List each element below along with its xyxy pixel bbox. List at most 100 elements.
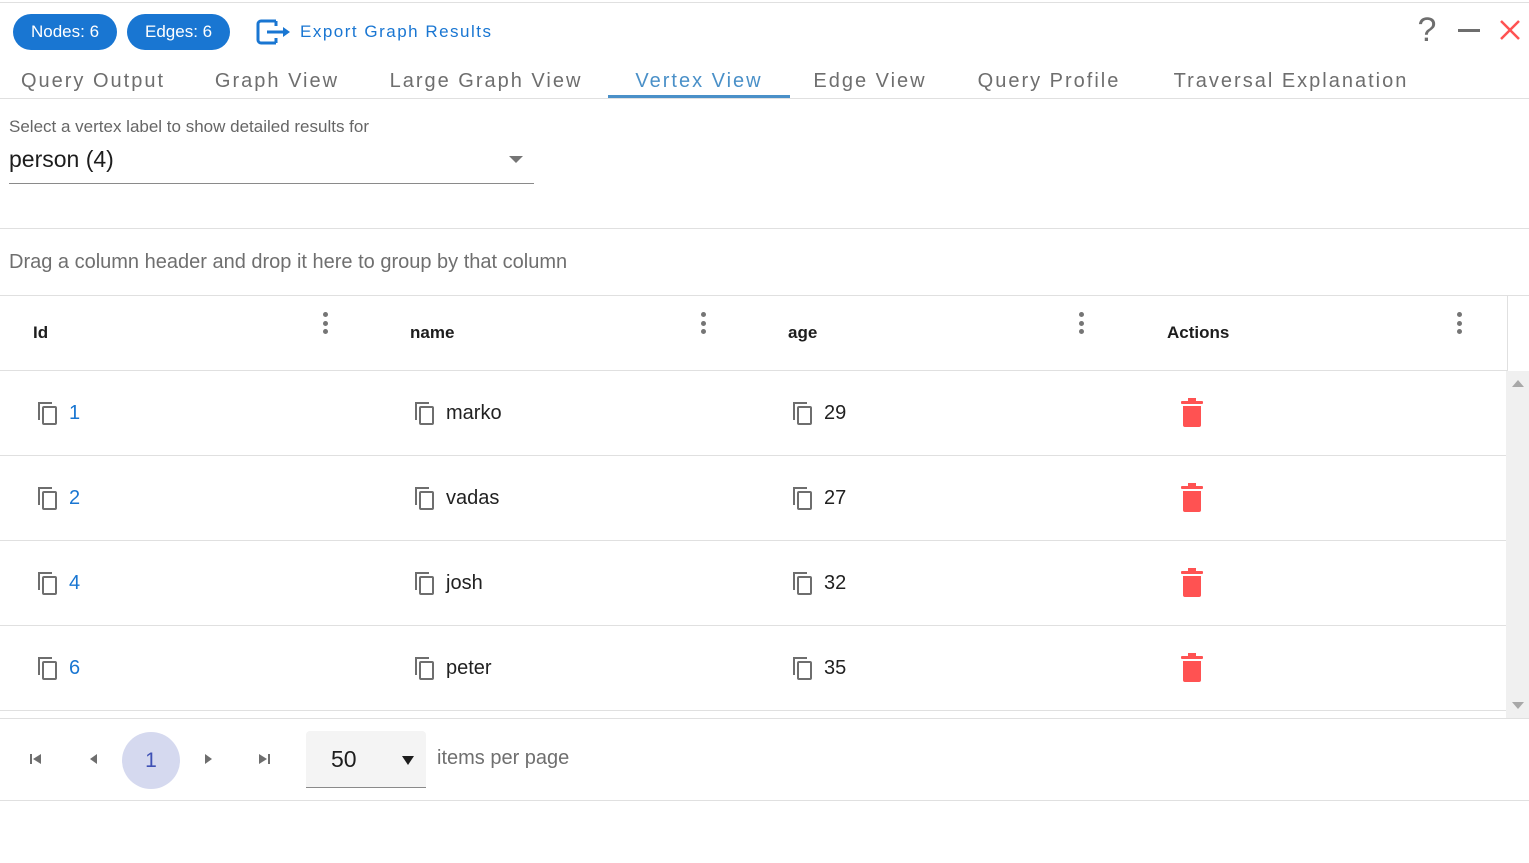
group-by-drop-zone[interactable]: Drag a column header and drop it here to… [0,228,1529,296]
first-page-button[interactable] [24,747,48,771]
table-row[interactable]: 2 vadas 27 [0,456,1506,541]
tab-query-output[interactable]: Query Output [10,62,176,98]
tab-traversal-explanation[interactable]: Traversal Explanation [1160,62,1422,98]
column-header-actions[interactable]: Actions [1134,296,1508,370]
close-icon [1500,20,1520,40]
name-value: peter [446,656,492,679]
name-value: vadas [446,486,500,509]
copy-icon[interactable] [790,485,814,511]
cell-age: 29 [790,371,1130,455]
cell-name: marko [412,371,752,455]
copy-icon[interactable] [35,400,59,426]
tab-vertex-view[interactable]: Vertex View [608,62,790,98]
column-menu-icon[interactable] [320,312,330,334]
copy-icon[interactable] [412,400,436,426]
tab-graph-view[interactable]: Graph View [200,62,354,98]
cell-actions [1180,456,1380,540]
delete-icon[interactable] [1180,568,1204,598]
column-header-id[interactable]: Id [0,296,378,370]
cell-age: 32 [790,541,1130,625]
column-title: name [410,323,455,342]
scroll-down-arrow-icon[interactable] [1512,702,1524,709]
vertex-id-link[interactable]: 1 [69,402,80,425]
name-value: marko [446,401,502,424]
chevron-down-icon [509,156,523,163]
column-title: age [788,323,818,342]
group-panel-hint: Drag a column header and drop it here to… [9,251,568,273]
vertex-id-link[interactable]: 6 [69,657,80,680]
name-value: josh [446,571,483,594]
export-icon [256,19,290,45]
column-menu-icon[interactable] [698,312,708,334]
grid-body: 1 marko 29 2 vadas 27 4 josh 32 6 peter 35 [0,371,1529,719]
previous-page-icon [90,754,97,764]
last-page-button[interactable] [252,747,276,771]
age-value: 32 [824,571,847,594]
copy-icon[interactable] [412,570,436,596]
nodes-count-badge[interactable]: Nodes: 6 [13,14,118,50]
vertex-id-link[interactable]: 2 [69,487,80,510]
delete-icon[interactable] [1180,398,1204,428]
page-size-value: 50 [331,746,357,772]
scroll-up-arrow-icon[interactable] [1512,380,1524,387]
minimize-button[interactable] [1455,12,1483,48]
copy-icon[interactable] [35,570,59,596]
column-menu-icon[interactable] [1076,312,1086,334]
tab-edge-view[interactable]: Edge View [802,62,938,98]
cell-id: 4 [35,541,375,625]
previous-page-button[interactable] [82,747,106,771]
cell-id: 1 [35,371,375,455]
table-row[interactable]: 6 peter 35 [0,626,1506,711]
copy-icon[interactable] [35,655,59,681]
page-1-button[interactable]: 1 [122,732,180,789]
delete-icon[interactable] [1180,483,1204,513]
delete-icon[interactable] [1180,653,1204,683]
column-title: Id [33,323,49,342]
cell-name: peter [412,626,752,710]
table-row[interactable]: 4 josh 32 [0,541,1506,626]
copy-icon[interactable] [35,485,59,511]
age-value: 29 [824,401,847,424]
copy-icon[interactable] [412,485,436,511]
cell-id: 6 [35,626,375,710]
tab-large-graph-view[interactable]: Large Graph View [378,62,594,98]
edges-count-badge[interactable]: Edges: 6 [127,14,231,50]
next-page-button[interactable] [196,747,220,771]
cell-name: vadas [412,456,752,540]
cell-actions [1180,371,1380,455]
vertex-label-select[interactable]: person (4) [9,140,534,184]
table-row[interactable]: 1 marko 29 [0,371,1506,456]
next-page-icon [205,754,212,764]
copy-icon[interactable] [790,570,814,596]
age-value: 27 [824,486,847,509]
vertical-scrollbar[interactable] [1506,371,1529,718]
cell-age: 35 [790,626,1130,710]
help-button[interactable]: ? [1412,10,1442,49]
close-button[interactable] [1496,12,1524,48]
dropdown-arrow-icon [402,756,414,765]
column-title: Actions [1167,323,1230,342]
cell-name: josh [412,541,752,625]
window-top-border [0,2,1529,3]
vertex-select-value: person (4) [9,146,114,172]
items-per-page-label: items per page [437,747,570,769]
copy-icon[interactable] [790,400,814,426]
vertex-id-link[interactable]: 4 [69,572,80,595]
cell-id: 2 [35,456,375,540]
column-header-name[interactable]: name [378,296,756,370]
grid-header: Id name age Actions [0,296,1508,371]
help-icon: ? [1417,10,1437,49]
tab-query-profile[interactable]: Query Profile [964,62,1134,98]
column-menu-icon[interactable] [1454,312,1464,334]
tab-bar: Query Output Graph View Large Graph View… [0,62,1529,99]
cell-age: 27 [790,456,1130,540]
page-size-select[interactable]: 50 [306,731,426,788]
first-page-icon [30,754,41,764]
pager: 1 50 items per page [0,719,1529,801]
copy-icon[interactable] [412,655,436,681]
export-label: Export Graph Results [300,22,493,41]
copy-icon[interactable] [790,655,814,681]
export-graph-results-button[interactable]: Export Graph Results [256,17,493,47]
column-header-age[interactable]: age [756,296,1134,370]
last-page-icon [259,754,270,764]
